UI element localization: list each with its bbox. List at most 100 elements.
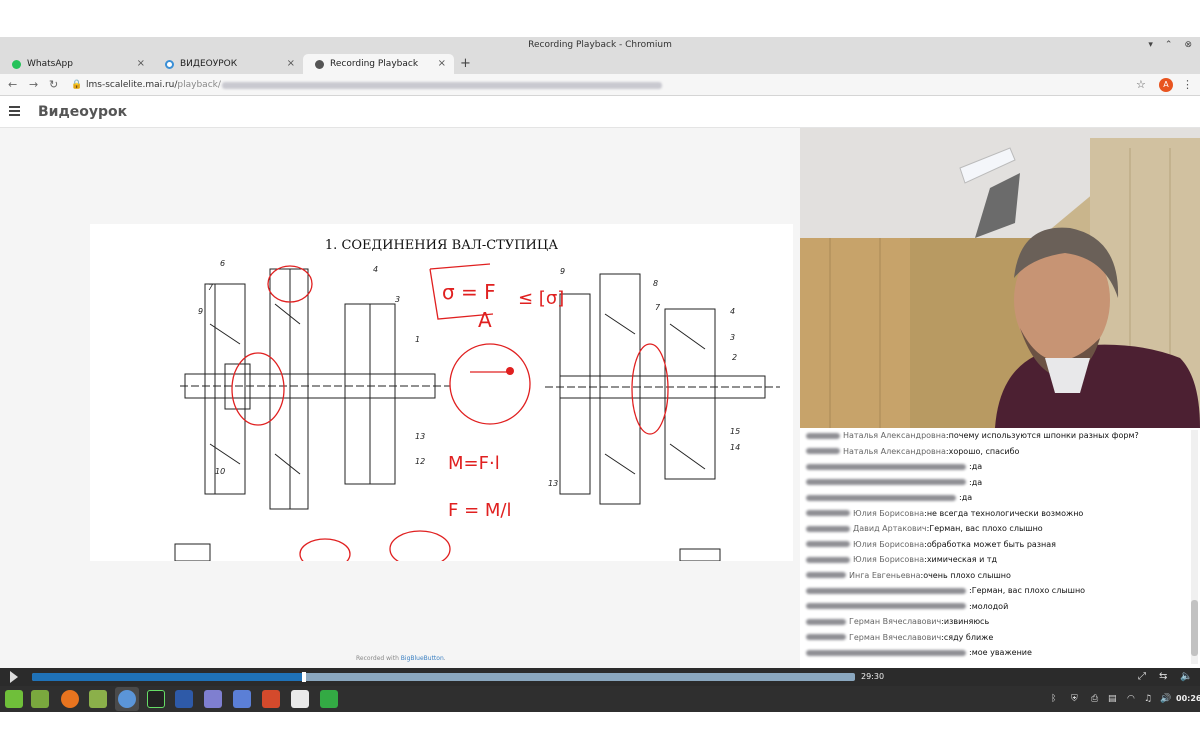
- profile-avatar[interactable]: A: [1159, 78, 1173, 92]
- browser-toolbar: ← → ↻ 🔒 lms-scalelite.mai.ru/ playback/ …: [0, 74, 1200, 96]
- progress-fill: [32, 673, 305, 681]
- chat-message: :мое уважение: [806, 645, 1032, 660]
- svg-text:7: 7: [655, 303, 661, 312]
- chat-author: Наталья Александровна: [843, 446, 946, 456]
- webcam-image: [800, 128, 1200, 428]
- gimp-icon[interactable]: [262, 690, 280, 708]
- mint-menu-icon[interactable]: [5, 690, 23, 708]
- chat-author: Юлия Борисовна: [853, 508, 925, 518]
- pycharm-icon[interactable]: [175, 690, 193, 708]
- tab-videourok[interactable]: ВИДЕОУРОК ×: [153, 54, 303, 74]
- chat-author: Герман Вячеславович: [849, 632, 942, 642]
- chat-message: :Герман, вас плохо слышно: [806, 583, 1085, 598]
- tab-label: ВИДЕОУРОК: [180, 59, 238, 69]
- system-monitor-icon[interactable]: [147, 690, 165, 708]
- tab-whatsapp[interactable]: WhatsApp ×: [0, 54, 153, 74]
- player-controls: 29:30 ⤢ ⇆ 🔈: [0, 668, 1200, 686]
- shield-icon[interactable]: ⛨: [1071, 686, 1078, 712]
- browser-menu-icon[interactable]: ⋮: [1182, 74, 1193, 96]
- printer-icon[interactable]: ⎙: [1091, 686, 1098, 712]
- chat-text: почему используются шпонки разных форм?: [948, 431, 1139, 440]
- keyboard-layout-icon[interactable]: ▤: [1108, 686, 1117, 712]
- tray-volume-icon[interactable]: 🔊: [1160, 686, 1171, 712]
- chat-message: :да: [806, 490, 972, 505]
- chat-message: Давид Артакович:Герман, вас плохо слышно: [806, 521, 1043, 536]
- svg-text:9: 9: [560, 267, 565, 276]
- chat-author: Юлия Борисовна: [853, 539, 925, 549]
- svg-text:3: 3: [730, 333, 735, 342]
- recorded-prefix: Recorded with: [356, 655, 401, 662]
- reload-icon[interactable]: ↻: [49, 74, 58, 96]
- svg-text:14: 14: [730, 443, 740, 452]
- chat-scrollbar-thumb[interactable]: [1191, 600, 1198, 656]
- chat-message: :да: [806, 475, 982, 490]
- address-bar[interactable]: lms-scalelite.mai.ru/ playback/: [86, 77, 662, 93]
- svg-text:≤ [σ]: ≤ [σ]: [518, 288, 564, 309]
- svg-text:10: 10: [215, 467, 225, 476]
- restore-button[interactable]: ⌃: [1165, 37, 1173, 54]
- firefox-icon[interactable]: [61, 690, 79, 708]
- screenshot-icon[interactable]: [233, 690, 251, 708]
- url-host: lms-scalelite.mai.ru/: [86, 80, 178, 90]
- chat-text: очень плохо слышно: [923, 570, 1011, 580]
- tab-label: WhatsApp: [27, 59, 73, 69]
- recorded-with: Recorded with BigBlueButton.: [356, 655, 446, 662]
- play-icon[interactable]: [10, 671, 18, 683]
- spreadsheet-icon[interactable]: [320, 690, 338, 708]
- presentation-area: 1. СОЕДИНЕНИЯ ВАЛ-СТУПИЦА 6 7 9 4 3 1 13…: [0, 128, 800, 668]
- chat-message: :да: [806, 459, 982, 474]
- chat-text: извиняюсь: [943, 617, 990, 626]
- screen: Recording Playback - Chromium ▾ ⌃ ⊗ What…: [0, 0, 1200, 750]
- bluetooth-icon[interactable]: ᛒ: [1051, 686, 1056, 712]
- minimize-button[interactable]: ▾: [1148, 37, 1153, 54]
- swap-layout-icon[interactable]: ⇆: [1159, 668, 1167, 686]
- chat-message: :молодой: [806, 599, 1008, 614]
- window-controls: ▾ ⌃ ⊗: [1148, 37, 1192, 54]
- clock: 00:26: [1176, 694, 1200, 703]
- volume-icon[interactable]: 🔈: [1180, 668, 1192, 686]
- bigbluebutton-link[interactable]: BigBlueButton: [401, 655, 444, 662]
- bookmark-star-icon[interactable]: ☆: [1136, 74, 1146, 96]
- progress-handle[interactable]: [302, 672, 307, 682]
- page-title: Видеоурок: [38, 104, 128, 120]
- music-icon[interactable]: ♫: [1144, 686, 1152, 712]
- svg-text:σ = F: σ = F: [442, 280, 496, 304]
- globe-icon: [165, 59, 174, 69]
- close-icon[interactable]: ×: [137, 54, 145, 74]
- svg-text:9: 9: [198, 307, 203, 316]
- app-header: Видеоурок: [0, 97, 1200, 128]
- recorded-suffix: .: [443, 655, 446, 662]
- chat-text: хорошо, спасибо: [948, 446, 1020, 456]
- svg-text:F = M/l: F = M/l: [448, 500, 511, 521]
- new-tab-button[interactable]: +: [460, 54, 471, 74]
- svg-text:A: A: [478, 308, 492, 332]
- fullscreen-icon[interactable]: ⤢: [1138, 668, 1146, 686]
- forward-icon[interactable]: →: [29, 74, 38, 96]
- desktop-icon[interactable]: [31, 690, 49, 708]
- back-icon[interactable]: ←: [8, 74, 17, 96]
- chat-author: Инга Евгеньевна: [849, 570, 921, 580]
- presentation-slide: 1. СОЕДИНЕНИЯ ВАЛ-СТУПИЦА 6 7 9 4 3 1 13…: [90, 224, 793, 561]
- progress-bar[interactable]: [32, 672, 855, 682]
- tab-label: Recording Playback: [330, 59, 419, 69]
- editor-icon[interactable]: [204, 690, 222, 708]
- chat-message: Герман Вячеславович:сяду ближе: [806, 630, 993, 645]
- svg-text:1: 1: [415, 335, 420, 344]
- lock-icon: 🔒: [71, 80, 83, 90]
- playback-time: 29:30: [861, 672, 885, 681]
- url-path: playback/: [177, 80, 221, 90]
- files-icon[interactable]: [89, 690, 107, 708]
- hamburger-menu-icon[interactable]: [9, 106, 20, 116]
- inkscape-icon[interactable]: [291, 690, 309, 708]
- svg-text:6: 6: [220, 259, 225, 268]
- tab-recording-playback[interactable]: Recording Playback ×: [303, 54, 454, 74]
- svg-text:M=F·l: M=F·l: [448, 453, 500, 474]
- wifi-icon[interactable]: ◠: [1127, 686, 1135, 712]
- close-window-button[interactable]: ⊗: [1184, 37, 1192, 54]
- close-icon[interactable]: ×: [287, 54, 295, 74]
- chat-text: сяду ближе: [943, 632, 994, 642]
- close-icon[interactable]: ×: [438, 54, 446, 74]
- chat-text: не всегда технологически возможно: [926, 508, 1084, 518]
- chat-author: Юлия Борисовна: [853, 555, 925, 564]
- chromium-icon[interactable]: [118, 690, 136, 708]
